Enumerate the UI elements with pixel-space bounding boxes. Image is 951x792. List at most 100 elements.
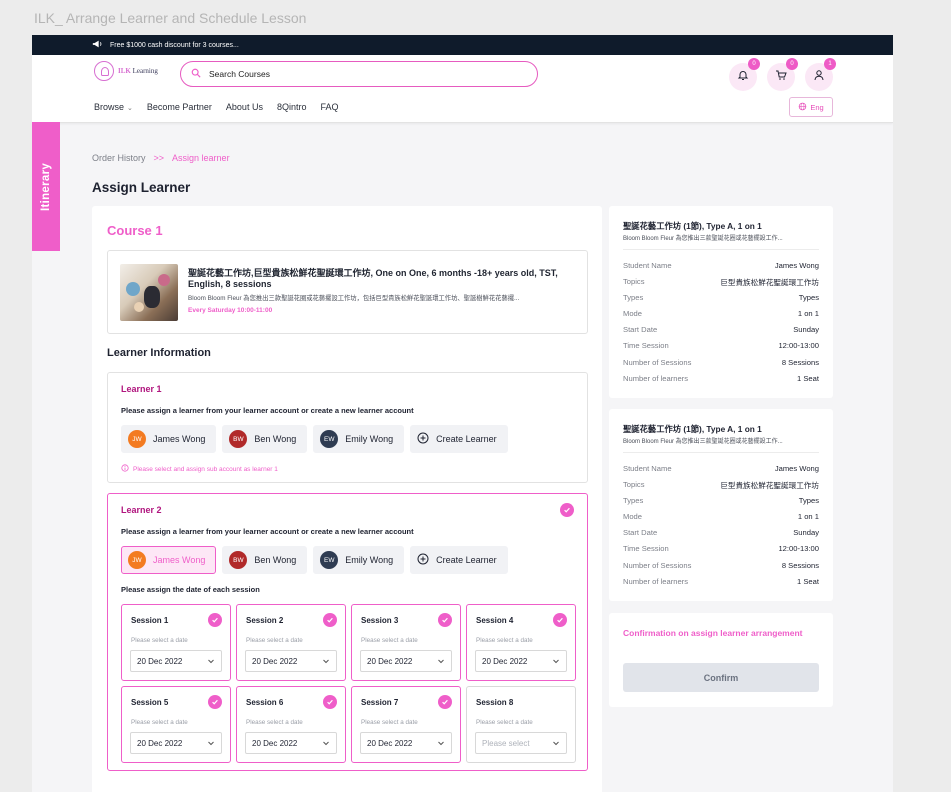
session-grid: Session 1 Please select a date 20 Dec 20… — [121, 604, 576, 763]
check-icon — [560, 503, 574, 517]
learner-1-hint-text: Please select and assign sub account as … — [133, 465, 278, 473]
session-date-select[interactable]: 20 Dec 2022 — [245, 650, 337, 672]
menu-browse[interactable]: Browse ⌄ — [94, 102, 133, 112]
summary-details: Student Name James Wong Topics 巨型貴族松鮮花聖誕環工… — [623, 261, 819, 390]
session-hint: Please select a date — [476, 637, 533, 644]
check-icon — [323, 695, 337, 709]
avatar: BW — [229, 430, 248, 448]
learner-2-options: JW James Wong BW Ben Wong EW Emily Wong … — [121, 546, 508, 574]
check-icon — [438, 613, 452, 627]
check-icon — [323, 613, 337, 627]
session-label: Session 4 — [476, 616, 514, 625]
summary-row: Topics 巨型貴族松鮮花聖誕環工作坊 — [623, 480, 819, 491]
menu-faq[interactable]: FAQ — [320, 102, 338, 112]
divider — [623, 452, 819, 453]
cart-button[interactable]: 0 — [767, 58, 798, 91]
top-navigation: ILK Learning Search Courses 0 0 1 Browse… — [32, 55, 893, 123]
course-image — [120, 264, 178, 321]
profile-button[interactable]: 1 — [805, 58, 836, 91]
menu-intro[interactable]: 8Qintro — [277, 102, 307, 112]
summary-row: Time Session 12:00-13:00 — [623, 341, 819, 351]
learner-name: James Wong — [153, 555, 206, 565]
summary-row: Number of Sessions 8 Sessions — [623, 560, 819, 570]
session-card: Session 4 Please select a date 20 Dec 20… — [466, 604, 576, 681]
learner-option-james-wong[interactable]: JW James Wong — [121, 425, 217, 453]
promo-banner[interactable]: Free $1000 cash discount for 3 courses..… — [32, 35, 893, 55]
cart-count: 0 — [786, 58, 798, 70]
summary-row: Number of Sessions 8 Sessions — [623, 357, 819, 367]
confirmation-title: Confirmation on assign learner arrangeme… — [623, 628, 803, 638]
learner-1-prompt: Please assign a learner from your learne… — [121, 406, 414, 415]
session-hint: Please select a date — [361, 719, 418, 726]
session-date-select[interactable]: 20 Dec 2022 — [245, 732, 337, 754]
language-label: Eng — [810, 102, 824, 112]
menu-become-partner[interactable]: Become Partner — [147, 102, 212, 112]
notifications-count: 0 — [748, 58, 760, 70]
session-date-select[interactable]: 20 Dec 2022 — [360, 732, 452, 754]
breadcrumb-order-history[interactable]: Order History — [92, 153, 146, 163]
itinerary-tab[interactable]: Itinerary — [32, 122, 60, 251]
learner-name: Emily Wong — [345, 434, 394, 444]
avatar: JW — [128, 551, 146, 569]
logo[interactable]: ILK Learning — [94, 61, 158, 81]
session-date-select[interactable]: 20 Dec 2022 — [360, 650, 452, 672]
learner-name: Emily Wong — [345, 555, 394, 565]
session-card: Session 5 Please select a date 20 Dec 20… — [121, 686, 231, 763]
plus-circle-icon — [417, 553, 429, 567]
session-date-select[interactable]: Please select — [475, 732, 567, 754]
session-card: Session 8 Please select a date Please se… — [466, 686, 576, 763]
breadcrumb-current: Assign learner — [172, 153, 230, 163]
session-hint: Please select a date — [361, 637, 418, 644]
summary-row: Mode 1 on 1 — [623, 309, 819, 319]
confirm-button[interactable]: Confirm — [623, 663, 819, 692]
booking-summary-card: 聖誕花藝工作坊 (1節), Type A, 1 on 1 Bloom Bloom… — [609, 409, 833, 601]
language-button[interactable]: Eng — [789, 97, 833, 117]
breadcrumb: Order History >> Assign learner — [92, 153, 230, 163]
logo-bulb-icon — [94, 61, 114, 81]
summary-row: Types Types — [623, 293, 819, 303]
menu-about-us[interactable]: About Us — [226, 102, 263, 112]
chevron-down-icon — [208, 741, 214, 746]
learner-2-prompt: Please assign a learner from your learne… — [121, 527, 414, 536]
globe-icon — [798, 102, 807, 113]
search-input[interactable]: Search Courses — [180, 61, 538, 87]
learner-name: Ben Wong — [254, 434, 297, 444]
learner-option-emily-wong[interactable]: EW Emily Wong — [313, 425, 405, 453]
summary-row: Number of learners 1 Seat — [623, 373, 819, 383]
chevron-down-icon — [438, 741, 444, 746]
app-canvas: Free $1000 cash discount for 3 courses..… — [32, 35, 893, 792]
avatar: EW — [320, 430, 339, 448]
session-date-select[interactable]: 20 Dec 2022 — [130, 650, 222, 672]
summary-title: 聖誕花藝工作坊 (1節), Type A, 1 on 1 — [623, 424, 762, 434]
page-title: Assign Learner — [92, 180, 191, 195]
learner-option-ben-wong[interactable]: BW Ben Wong — [222, 425, 308, 453]
main-menu: Browse ⌄ Become Partner About Us 8Qintro … — [94, 102, 338, 112]
session-hint: Please select a date — [131, 719, 188, 726]
create-learner-button[interactable]: Create Learner — [410, 425, 508, 453]
summary-row: Student Name James Wong — [623, 261, 819, 270]
chevron-down-icon: ⌄ — [127, 105, 133, 112]
course-heading: Course 1 — [107, 223, 163, 238]
session-card: Session 3 Please select a date 20 Dec 20… — [351, 604, 461, 681]
learner-option-ben-wong[interactable]: BW Ben Wong — [222, 546, 308, 574]
notifications-button[interactable]: 0 — [729, 58, 760, 91]
session-hint: Please select a date — [246, 719, 303, 726]
summary-row: Student Name James Wong — [623, 464, 819, 473]
session-hint: Please select a date — [131, 637, 188, 644]
breadcrumb-separator: >> — [153, 153, 165, 163]
session-date-select[interactable]: 20 Dec 2022 — [475, 650, 567, 672]
session-date-select[interactable]: 20 Dec 2022 — [130, 732, 222, 754]
session-hint: Please select a date — [476, 719, 533, 726]
create-learner-button[interactable]: Create Learner — [410, 546, 508, 574]
session-label: Session 8 — [476, 698, 514, 707]
learner-2-title: Learner 2 — [121, 505, 162, 515]
learner-option-james-wong-selected[interactable]: JW James Wong — [121, 546, 217, 574]
check-icon — [208, 613, 222, 627]
summary-row: Start Date Sunday — [623, 325, 819, 335]
summary-title: 聖誕花藝工作坊 (1節), Type A, 1 on 1 — [623, 221, 762, 231]
chevron-down-icon — [323, 659, 329, 664]
learner-option-emily-wong[interactable]: EW Emily Wong — [313, 546, 405, 574]
learner-info-heading: Learner Information — [107, 347, 211, 359]
summary-row: Topics 巨型貴族松鮮花聖誕環工作坊 — [623, 277, 819, 288]
learner-1-panel: Learner 1 Please assign a learner from y… — [107, 372, 588, 483]
